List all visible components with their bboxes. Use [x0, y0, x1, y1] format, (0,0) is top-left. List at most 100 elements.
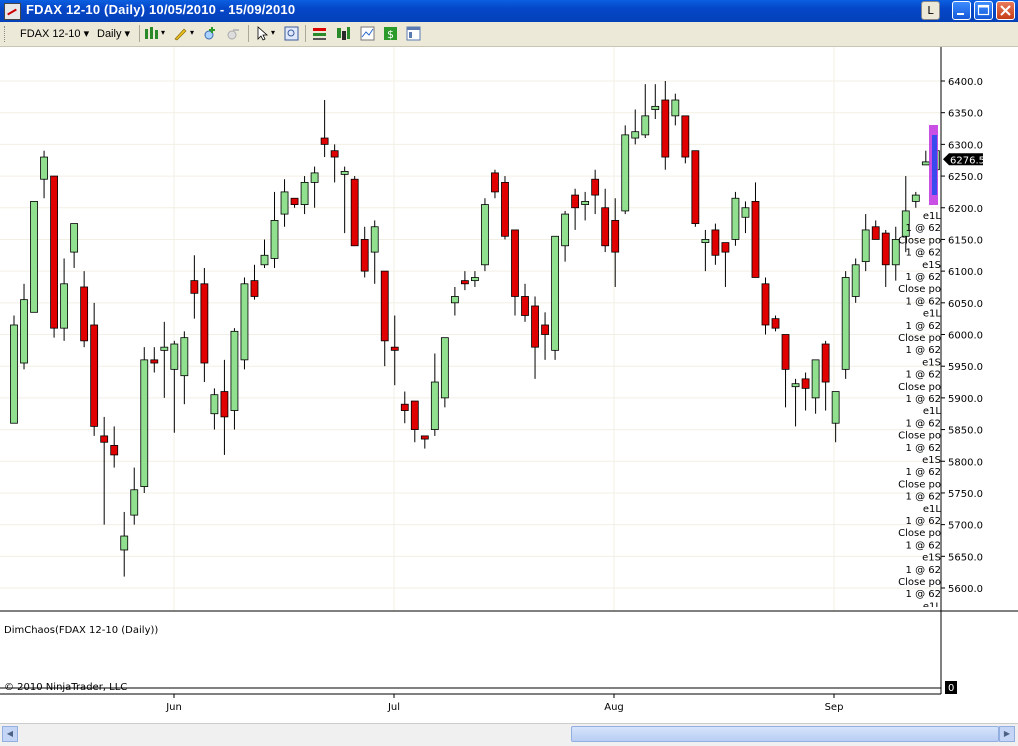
- time-axis: Jun Jul Aug Sep: [165, 694, 843, 713]
- close-button[interactable]: [996, 1, 1015, 20]
- candle-body: [631, 131, 640, 139]
- order-annotation: 1 @ 62: [906, 516, 941, 527]
- candle-body: [280, 191, 289, 215]
- grid-lines: [0, 47, 941, 611]
- scroll-left-arrow[interactable]: ◀: [2, 726, 18, 742]
- candle-body: [220, 391, 229, 418]
- order-annotation: e1S: [922, 260, 941, 271]
- candle-body: [170, 343, 179, 370]
- candle-body: [601, 207, 610, 247]
- indicators-icon[interactable]: [335, 25, 352, 42]
- scrollbar-thumb[interactable]: [571, 726, 999, 742]
- chevron-down-icon: ▾: [124, 28, 131, 40]
- order-annotation: 1 @ 62: [906, 272, 941, 283]
- x-tick-label: Aug: [604, 702, 624, 713]
- order-annotation: 1 @ 62: [906, 467, 941, 478]
- order-annotation: e1S: [922, 553, 941, 564]
- candle-body: [30, 201, 38, 313]
- chart-style-icon[interactable]: [143, 25, 160, 42]
- performance-icon[interactable]: [359, 25, 376, 42]
- strategies-icon[interactable]: [311, 25, 328, 42]
- order-annotation: Close po: [898, 577, 941, 588]
- candle-body: [150, 359, 159, 364]
- period-label: Daily: [97, 28, 122, 40]
- candle-body: [551, 235, 559, 351]
- candle-body: [691, 150, 700, 224]
- candle-body: [130, 489, 139, 516]
- candle-body: [661, 99, 670, 158]
- y-tick-label: 5950.0: [948, 362, 983, 373]
- window-title: FDAX 12-10 (Daily) 10/05/2010 - 15/09/20…: [26, 2, 296, 17]
- link-button[interactable]: L: [921, 1, 940, 20]
- order-annotation: e1L: [923, 309, 942, 320]
- zoom-in-icon[interactable]: [202, 25, 219, 42]
- order-annotation: 1 @ 62: [906, 370, 941, 381]
- order-annotation: 1 @ 62: [906, 296, 941, 307]
- pencil-icon[interactable]: [172, 25, 189, 42]
- candle-body: [350, 178, 359, 247]
- candle-body: [591, 178, 600, 196]
- candle-body: [260, 254, 269, 266]
- order-annotation: 1 @ 62: [906, 223, 941, 234]
- indicator-label: DimChaos(FDAX 12-10 (Daily)): [4, 625, 158, 636]
- candle-body: [160, 346, 169, 351]
- candle-body: [861, 229, 870, 263]
- y-tick-label: 5700.0: [948, 521, 983, 532]
- last-price-label: 6276.5: [950, 155, 985, 166]
- cursor-icon[interactable]: [254, 25, 271, 42]
- candle-body: [80, 286, 89, 342]
- candle-body: [180, 337, 189, 377]
- order-annotation: 1 @ 62: [906, 492, 941, 503]
- toolbar-separator: [139, 25, 140, 42]
- zoom-out-icon[interactable]: [225, 25, 242, 42]
- x-tick-label: Jul: [387, 702, 400, 713]
- dollar-icon[interactable]: $: [382, 25, 399, 42]
- candle-body: [621, 134, 630, 212]
- chevron-down-icon[interactable]: ▾: [190, 28, 194, 37]
- candle-body: [230, 330, 239, 411]
- x-tick-label: Sep: [825, 702, 844, 713]
- candle-body: [400, 403, 409, 411]
- toolbar-grip[interactable]: [4, 26, 8, 42]
- candle-body: [300, 181, 309, 205]
- chevron-down-icon[interactable]: ▾: [161, 28, 165, 37]
- chevron-down-icon[interactable]: ▾: [271, 28, 275, 37]
- price-chart[interactable]: 6400.0 6350.0 6300.0 6250.0 6200.0 6150.0 6100…: [0, 47, 1018, 723]
- candle-body: [781, 334, 790, 370]
- candle-body: [250, 280, 259, 297]
- candle-body: [430, 381, 439, 430]
- candle-body: [511, 229, 519, 297]
- minimize-button[interactable]: [952, 1, 971, 20]
- horizontal-scrollbar[interactable]: ◀ ▶: [0, 723, 1018, 746]
- data-box-icon[interactable]: [283, 25, 300, 42]
- order-annotation: 1 @ 62: [906, 394, 941, 405]
- order-annotation: 1 @ 62: [906, 345, 941, 356]
- candle-body: [240, 283, 249, 361]
- y-tick-label: 5800.0: [948, 457, 983, 468]
- candle-body: [671, 99, 680, 117]
- period-selector[interactable]: Daily ▾: [97, 27, 130, 40]
- toolbar-separator: [305, 25, 306, 42]
- instrument-label: FDAX 12-10: [20, 28, 81, 40]
- candle-body: [521, 296, 529, 316]
- execution-marker: [932, 135, 937, 195]
- candle-body: [881, 232, 890, 266]
- candle-body: [681, 115, 690, 158]
- candle-body: [811, 359, 820, 399]
- candle-body: [871, 226, 880, 240]
- candle-body: [190, 280, 199, 294]
- scroll-right-arrow[interactable]: ▶: [999, 726, 1015, 742]
- candle-body: [801, 378, 810, 389]
- candle-body: [120, 535, 129, 551]
- close-icon: [1000, 5, 1011, 16]
- order-annotation: Close po: [898, 479, 941, 490]
- order-annotation: 1 @ 62: [906, 565, 941, 576]
- order-annotation: Close po: [898, 382, 941, 393]
- instrument-selector[interactable]: FDAX 12-10 ▾: [20, 27, 89, 40]
- order-annotation: Close po: [898, 235, 941, 246]
- y-tick-label: 6100.0: [948, 267, 983, 278]
- maximize-button[interactable]: [974, 1, 993, 20]
- properties-icon[interactable]: [405, 25, 422, 42]
- candle-body: [581, 201, 590, 205]
- candle-body: [471, 277, 479, 282]
